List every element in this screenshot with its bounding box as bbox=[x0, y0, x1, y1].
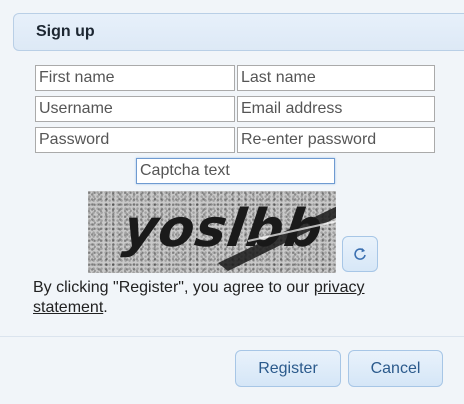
captcha-input[interactable] bbox=[136, 158, 335, 184]
dialog-title: Sign up bbox=[36, 23, 95, 40]
signup-dialog: Sign up yoslbb By clicking "Register", y… bbox=[0, 0, 464, 404]
captcha-noise-stroke bbox=[218, 206, 336, 271]
register-button[interactable]: Register bbox=[235, 350, 341, 387]
captcha-refresh-button[interactable] bbox=[342, 236, 378, 272]
terms-prefix: By clicking "Register", you agree to our bbox=[33, 279, 314, 296]
dialog-header: Sign up bbox=[13, 13, 464, 51]
terms-text: By clicking "Register", you agree to our… bbox=[33, 278, 433, 318]
last-name-input[interactable] bbox=[237, 65, 435, 91]
username-input[interactable] bbox=[35, 96, 235, 122]
terms-suffix: . bbox=[103, 299, 108, 316]
email-input[interactable] bbox=[237, 96, 435, 122]
first-name-input[interactable] bbox=[35, 65, 235, 91]
password-confirm-input[interactable] bbox=[237, 127, 435, 153]
captcha-image: yoslbb bbox=[88, 191, 336, 273]
footer-divider bbox=[0, 336, 464, 337]
password-input[interactable] bbox=[35, 127, 235, 153]
refresh-icon bbox=[354, 248, 366, 260]
cancel-button[interactable]: Cancel bbox=[348, 350, 443, 387]
